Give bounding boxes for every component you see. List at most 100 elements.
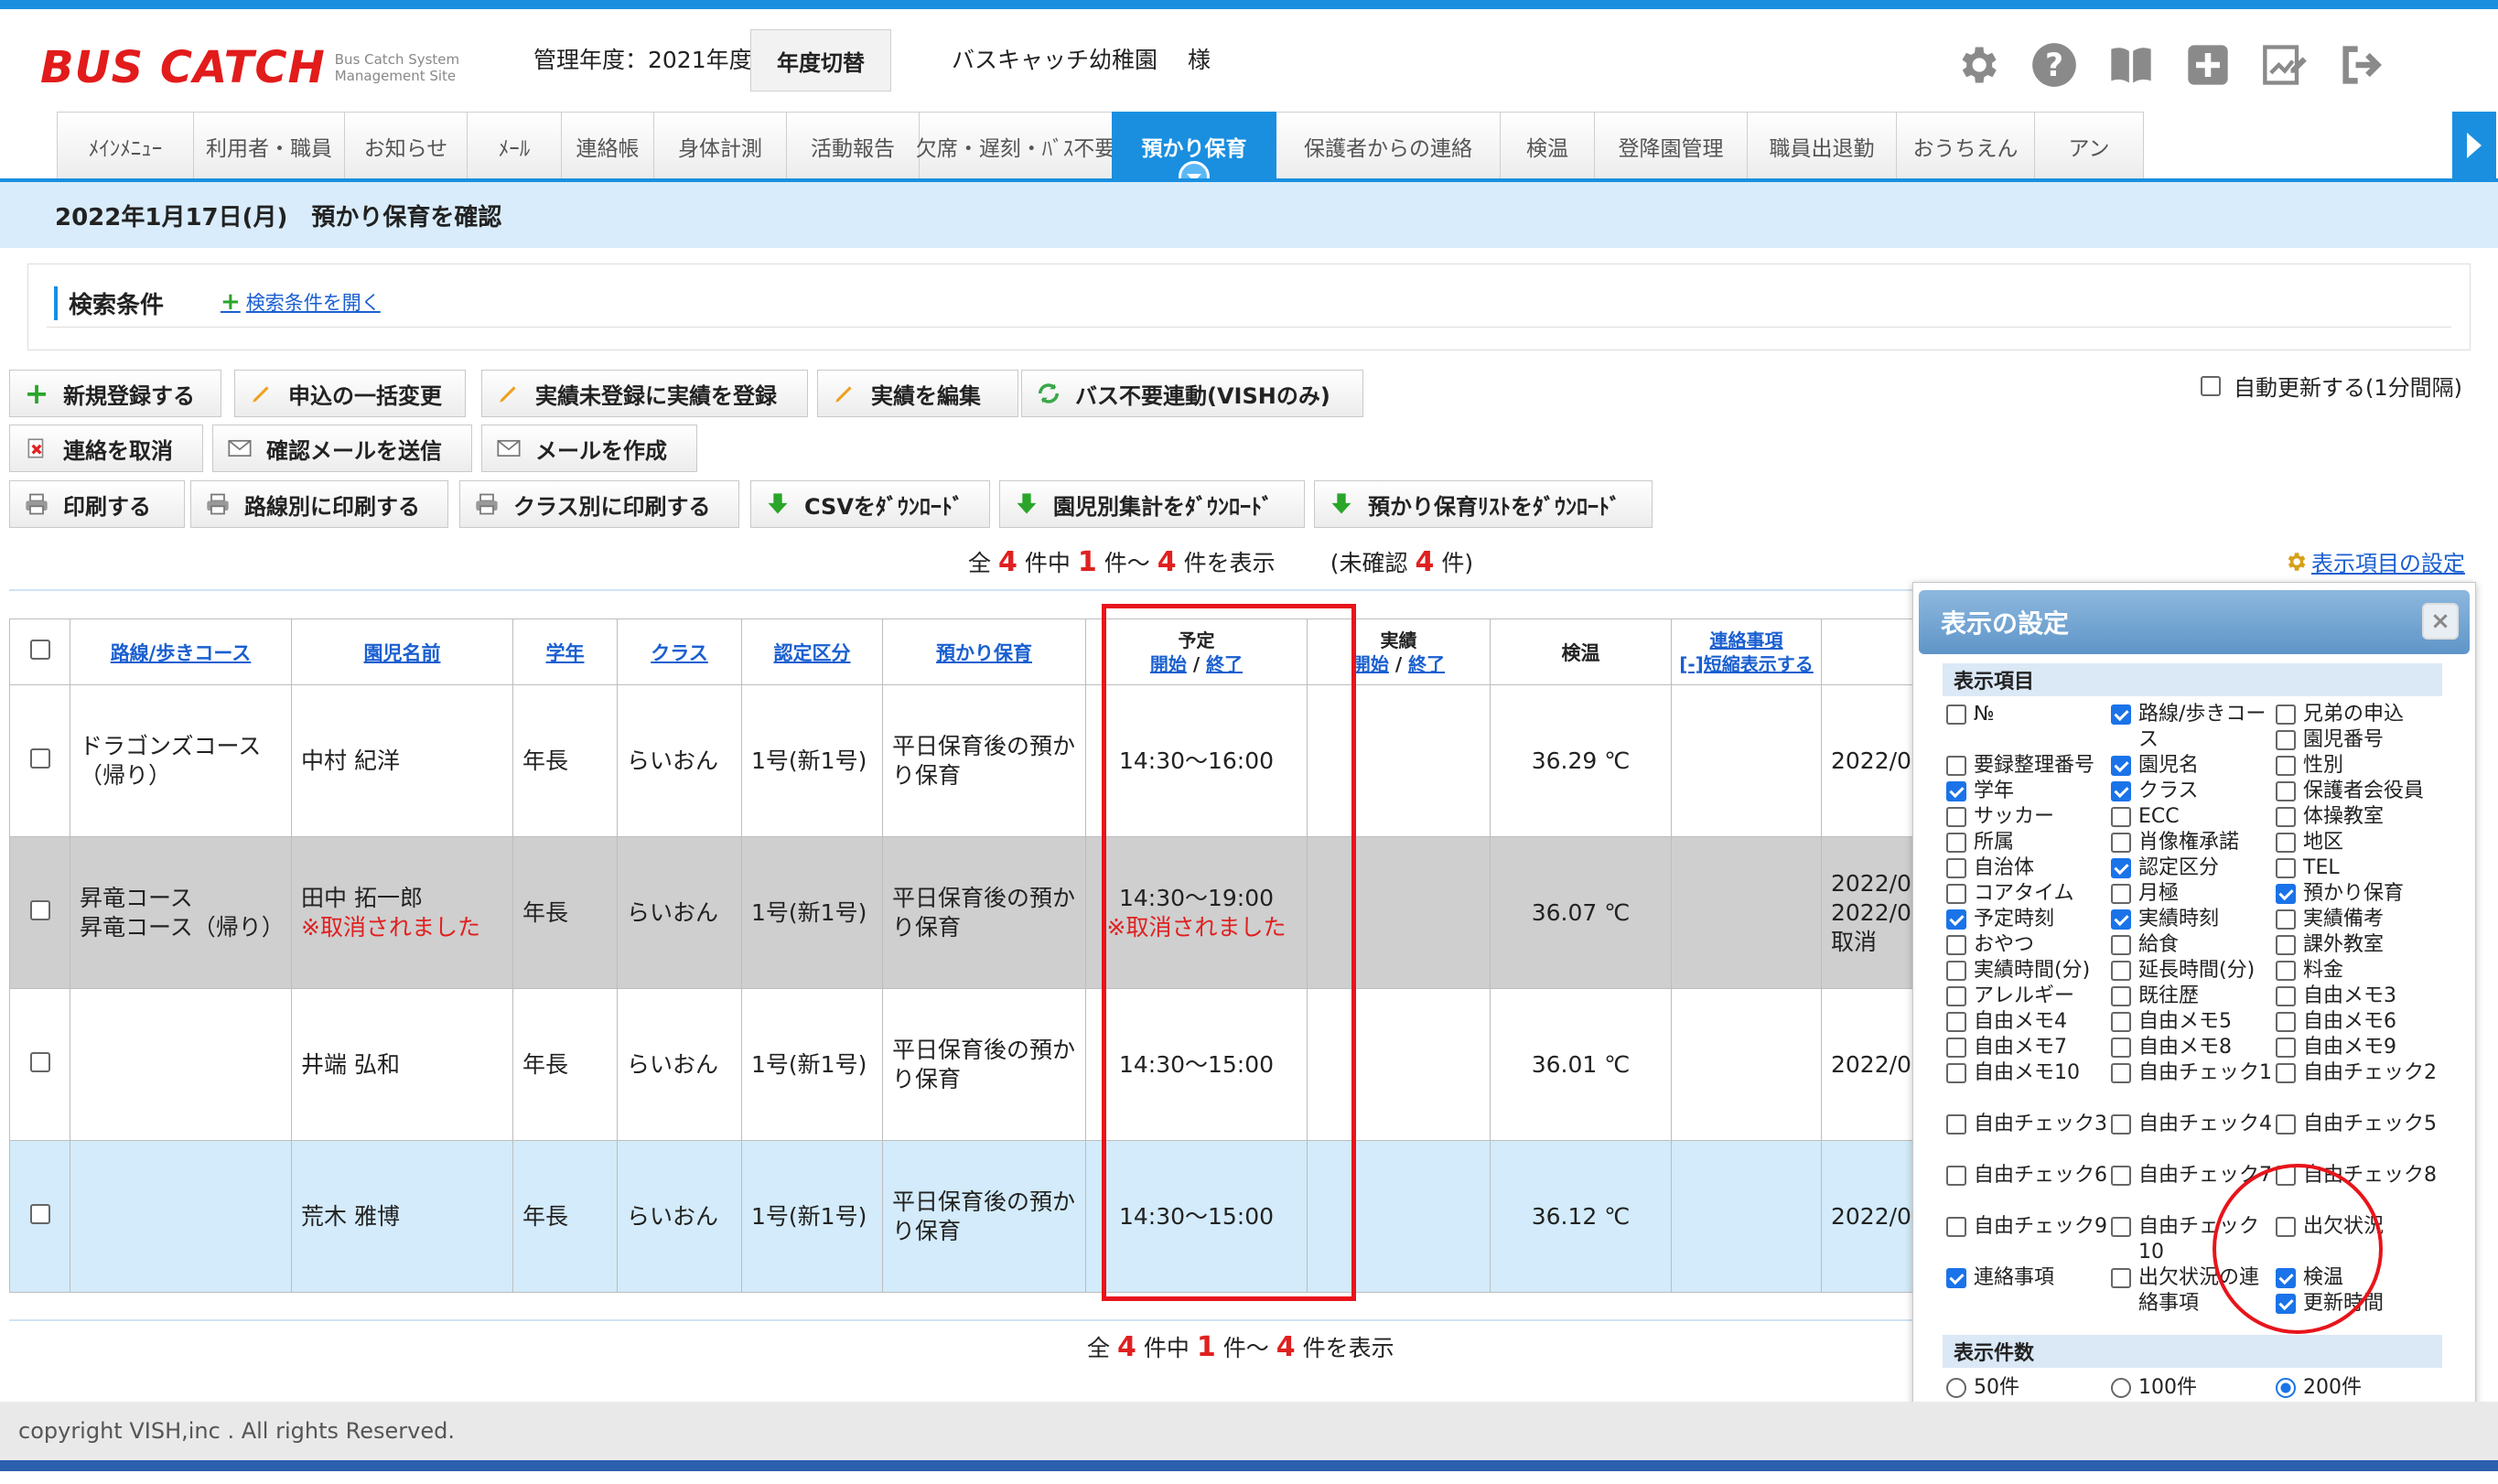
display-settings-link[interactable]: 表示項目の設定 — [2284, 545, 2465, 577]
download-child-summary-button[interactable]: 園児別集計をﾀﾞｳﾝﾛｰﾄﾞ — [999, 480, 1305, 528]
display-item-checkbox[interactable] — [2111, 781, 2131, 801]
display-item-option[interactable]: 月極 — [2111, 881, 2272, 907]
display-item-option[interactable]: 路線/歩きコース — [2111, 702, 2272, 753]
sort-cert-link[interactable]: 認定区分 — [774, 642, 851, 664]
display-item-option[interactable]: コアタイム — [1946, 881, 2107, 907]
display-item-checkbox[interactable] — [2111, 884, 2131, 904]
display-item-checkbox[interactable] — [1946, 781, 1966, 801]
download-care-list-button[interactable]: 預かり保育ﾘｽﾄをﾀﾞｳﾝﾛｰﾄﾞ — [1314, 480, 1653, 528]
display-item-option[interactable]: 体操教室 — [2276, 804, 2437, 830]
new-register-button[interactable]: + 新規登録する — [9, 370, 221, 417]
display-item-option[interactable]: 要録整理番号 — [1946, 753, 2107, 779]
display-item-checkbox[interactable] — [1946, 1114, 1966, 1135]
count-option[interactable]: 50件 — [1946, 1375, 2120, 1401]
display-item-option[interactable]: 給食 — [2111, 932, 2272, 958]
table-row[interactable]: 昇竜コース 昇竜コース（帰り） 田中 拓一郎 ※取消されました 年長 らいおん 1号(新1… — [9, 836, 1983, 989]
count-option[interactable]: 200件 — [2276, 1375, 2450, 1401]
table-row[interactable]: ドラゴンズコース（帰り） 中村 紀洋 年長 らいおん 1号(新1号) 平日保育後の預かり保… — [9, 684, 1983, 837]
display-item-checkbox[interactable] — [2111, 1038, 2131, 1058]
nav-scroll-right-button[interactable] — [2452, 112, 2496, 179]
print-button[interactable]: 印刷する — [9, 480, 185, 528]
row-checkbox[interactable] — [29, 747, 50, 769]
shorten-contact-link[interactable]: [-]短縮表示する — [1679, 653, 1814, 675]
display-item-checkbox[interactable] — [1946, 858, 1966, 878]
register-results-button[interactable]: 実績未登録に実績を登録 — [481, 370, 808, 417]
display-item-checkbox[interactable] — [1946, 807, 1966, 827]
display-item-checkbox[interactable] — [2111, 909, 2131, 930]
book-icon[interactable] — [2105, 38, 2158, 91]
display-item-checkbox[interactable] — [2276, 833, 2296, 853]
display-item-option[interactable]: 兄弟の申込 — [2276, 702, 2437, 727]
send-confirm-mail-button[interactable]: 確認メールを送信 — [212, 425, 472, 472]
gear-icon[interactable] — [1951, 38, 2004, 91]
display-item-checkbox[interactable] — [1946, 961, 1966, 981]
display-item-checkbox[interactable] — [2276, 1038, 2296, 1058]
display-item-checkbox[interactable] — [1946, 833, 1966, 853]
display-item-checkbox[interactable] — [2276, 884, 2296, 904]
display-item-option[interactable]: 自由チェック5 — [2276, 1112, 2437, 1137]
display-item-option[interactable]: TEL — [2276, 855, 2437, 881]
display-item-checkbox[interactable] — [2111, 858, 2131, 878]
display-item-checkbox[interactable] — [2276, 704, 2296, 725]
sort-route-link[interactable]: 路線/歩きコース — [111, 642, 252, 664]
logo[interactable]: BUS CATCH Bus Catch System Management Si… — [40, 42, 459, 93]
display-item-option[interactable]: 実績時刻 — [2111, 907, 2272, 932]
tab-contact-book[interactable]: 連絡帳 — [561, 112, 654, 179]
display-item-option[interactable]: 自由メモ6 — [2276, 1009, 2437, 1035]
tab-body-measurement[interactable]: 身体計測 — [653, 112, 787, 179]
display-item-option[interactable]: サッカー — [1946, 804, 2107, 830]
tab-users-staff[interactable]: 利用者・職員 — [193, 112, 345, 179]
display-item-option[interactable]: 自由メモ3 — [2276, 984, 2437, 1009]
display-item-checkbox[interactable] — [2276, 858, 2296, 878]
sort-grade-link[interactable]: 学年 — [546, 642, 585, 664]
auto-refresh-toggle[interactable]: 自動更新する(1分間隔) — [2201, 370, 2462, 402]
display-item-option[interactable]: 自治体 — [1946, 855, 2107, 881]
tab-attendance[interactable]: 登降園管理 — [1594, 112, 1748, 179]
display-item-checkbox[interactable] — [2111, 961, 2131, 981]
display-item-checkbox[interactable] — [1946, 1038, 1966, 1058]
display-item-checkbox[interactable] — [1946, 986, 1966, 1006]
display-item-checkbox[interactable] — [1946, 1012, 1966, 1032]
display-item-checkbox[interactable] — [1946, 1217, 1966, 1237]
count-radio[interactable] — [2111, 1378, 2131, 1398]
display-item-option[interactable]: 自由チェック6 — [1946, 1163, 2107, 1188]
display-item-checkbox[interactable] — [2111, 833, 2131, 853]
tab-parent-contact[interactable]: 保護者からの連絡 — [1276, 112, 1501, 179]
display-item-option[interactable]: 既往歴 — [2111, 984, 2272, 1009]
display-item-checkbox[interactable] — [2276, 1012, 2296, 1032]
display-item-checkbox[interactable] — [1946, 884, 1966, 904]
count-radio[interactable] — [2276, 1378, 2296, 1398]
edit-results-button[interactable]: 実績を編集 — [817, 370, 1018, 417]
display-item-option[interactable]: 自由メモ8 — [2111, 1035, 2272, 1060]
display-item-option[interactable]: 自由チェック4 — [2111, 1112, 2272, 1137]
display-item-option[interactable]: 自由チェック1 — [2111, 1060, 2272, 1086]
display-item-checkbox[interactable] — [2276, 1063, 2296, 1083]
display-item-checkbox[interactable] — [2111, 1268, 2131, 1288]
display-item-checkbox[interactable] — [2111, 756, 2131, 776]
create-mail-button[interactable]: メールを作成 — [481, 425, 697, 472]
open-search-conditions-link[interactable]: + 検索条件を開く — [221, 288, 381, 316]
display-item-checkbox[interactable] — [1946, 704, 1966, 725]
display-item-option[interactable]: 自由メモ10 — [1946, 1060, 2107, 1086]
display-item-option[interactable]: 自由チェック9 — [1946, 1214, 2107, 1240]
display-item-option[interactable]: 肖像権承諾 — [2111, 830, 2272, 855]
display-item-option[interactable]: おやつ — [1946, 932, 2107, 958]
tab-ouchien[interactable]: おうちえん — [1896, 112, 2035, 179]
help-icon[interactable]: ? — [2028, 38, 2081, 91]
display-item-option[interactable]: 実績備考 — [2276, 907, 2437, 932]
select-all-checkbox[interactable] — [29, 640, 50, 660]
display-item-option[interactable]: № — [1946, 702, 2107, 727]
display-item-checkbox[interactable] — [2276, 1114, 2296, 1135]
display-item-option[interactable]: クラス — [2111, 779, 2272, 804]
display-item-option[interactable]: 認定区分 — [2111, 855, 2272, 881]
fiscal-year-switch-button[interactable]: 年度切替 — [750, 29, 891, 91]
print-by-class-button[interactable]: クラス別に印刷する — [459, 480, 739, 528]
display-item-option[interactable]: 連絡事項 — [1946, 1265, 2107, 1291]
display-item-checkbox[interactable] — [2111, 704, 2131, 725]
display-item-checkbox[interactable] — [2111, 1012, 2131, 1032]
tab-extended-care[interactable]: 預かり保育 — [1112, 112, 1276, 179]
bulk-change-button[interactable]: 申込の一括変更 — [234, 370, 466, 417]
download-csv-button[interactable]: CSVをﾀﾞｳﾝﾛｰﾄﾞ — [750, 480, 990, 528]
count-option[interactable]: 100件 — [2111, 1375, 2285, 1401]
print-by-route-button[interactable]: 路線別に印刷する — [190, 480, 448, 528]
